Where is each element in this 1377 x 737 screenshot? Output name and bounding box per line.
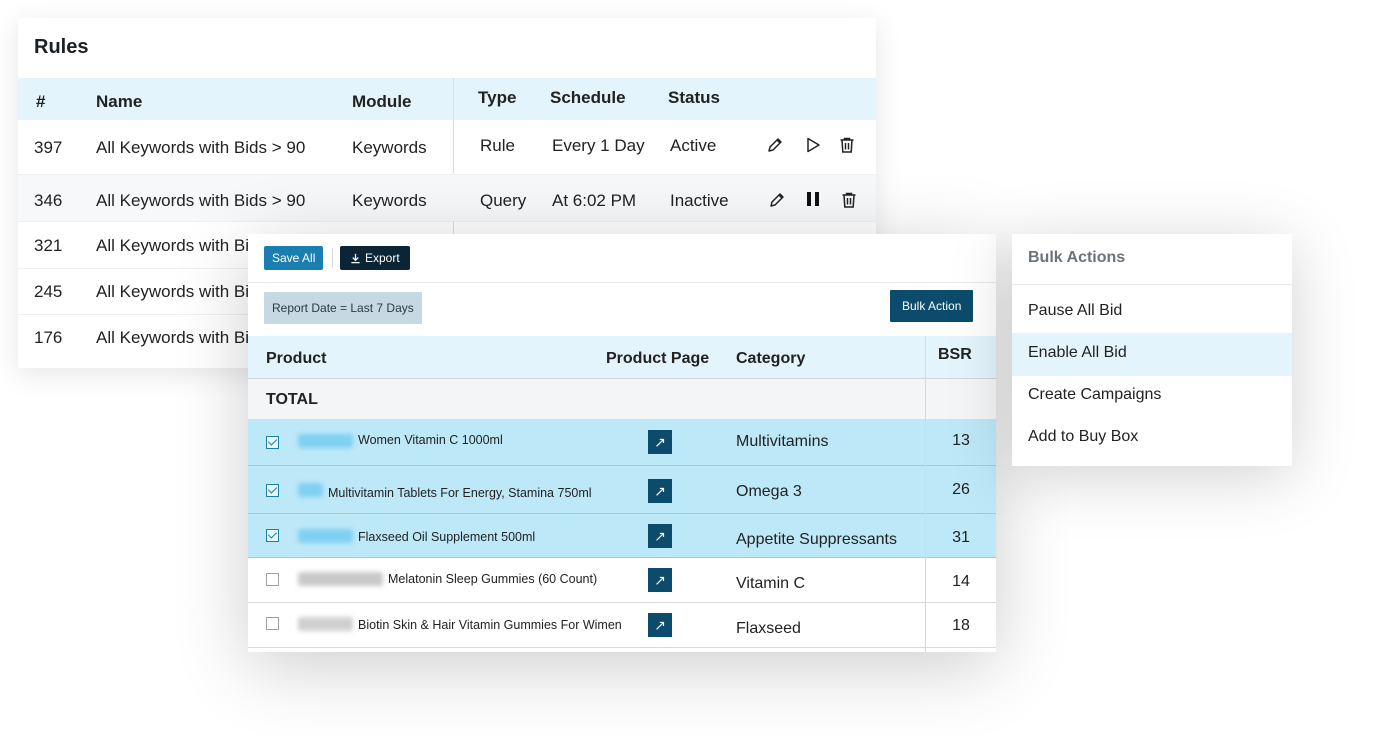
- brand-logo-blurred: [298, 572, 383, 586]
- row-checkbox[interactable]: [266, 529, 279, 542]
- rule-schedule: At 6:02 PM: [552, 191, 637, 210]
- product-category: Appetite Suppressants: [736, 531, 897, 548]
- product-bsr: 31: [952, 529, 970, 546]
- table-row[interactable]: 346 All Keywords with Bids > 90 Keywords…: [18, 175, 876, 222]
- rule-name: All Keywords with Bi: [96, 236, 250, 255]
- col-header-number: #: [36, 92, 46, 111]
- product-name: Women Vitamin C 1000ml: [358, 433, 503, 447]
- arrow-up-right-icon[interactable]: ↗: [648, 430, 672, 454]
- products-panel: Save All Export Report Date = Last 7 Day…: [248, 234, 996, 652]
- rule-name: All Keywords with Bids > 90: [96, 138, 306, 157]
- menu-item-label: Pause All Bid: [1028, 302, 1123, 319]
- product-name: Biotin Skin & Hair Vitamin Gummies For W…: [358, 618, 622, 632]
- menu-item-enable-all-bid[interactable]: Enable All Bid: [1012, 333, 1292, 376]
- menu-item-label: Create Campaigns: [1028, 386, 1162, 403]
- product-bsr: 13: [952, 432, 970, 449]
- product-bsr: 14: [952, 573, 970, 590]
- product-name: Melatonin Sleep Gummies (60 Count): [388, 572, 598, 586]
- export-button[interactable]: Export: [340, 246, 410, 270]
- menu-item-label: Add to Buy Box: [1028, 428, 1139, 445]
- product-category: Flaxseed: [736, 620, 801, 637]
- rule-name: All Keywords with Bi: [96, 282, 250, 301]
- rule-module: Keywords: [352, 138, 427, 157]
- product-bsr: 18: [952, 617, 970, 634]
- product-row[interactable]: Biotin Skin & Hair Vitamin Gummies For W…: [248, 603, 996, 648]
- products-table-header: Product Product Page Category BSR: [248, 336, 996, 379]
- rule-name: All Keywords with Bids > 90: [96, 191, 306, 210]
- rule-type: Query: [480, 191, 527, 210]
- product-row[interactable]: Women Vitamin C 1000ml ↗ Multivitamins 1…: [248, 419, 996, 466]
- arrow-up-right-icon[interactable]: ↗: [648, 613, 672, 637]
- product-category: Omega 3: [736, 483, 802, 500]
- col-header-name: Name: [96, 92, 143, 111]
- col-header-status: Status: [668, 88, 720, 107]
- brand-logo-blurred: [298, 483, 323, 497]
- row-checkbox[interactable]: [266, 484, 279, 497]
- rule-id: 346: [34, 191, 63, 210]
- toolbar-separator: [248, 282, 996, 283]
- menu-divider: [1012, 284, 1292, 285]
- total-row: TOTAL: [248, 379, 996, 420]
- rule-id: 176: [34, 328, 63, 347]
- col-header-product-page: Product Page: [606, 350, 710, 367]
- product-row[interactable]: Melatonin Sleep Gummies (60 Count) ↗ Vit…: [248, 558, 996, 603]
- column-divider: [925, 336, 926, 652]
- rule-status: Active: [670, 136, 717, 155]
- brand-logo-blurred: [298, 617, 353, 631]
- rule-id: 321: [34, 236, 63, 255]
- edit-icon[interactable]: [766, 136, 784, 154]
- col-header-module: Module: [352, 92, 412, 111]
- trash-icon[interactable]: [840, 191, 858, 209]
- report-date-filter[interactable]: Report Date = Last 7 Days: [264, 292, 422, 324]
- arrow-up-right-icon[interactable]: ↗: [648, 524, 672, 548]
- play-icon[interactable]: [804, 136, 822, 154]
- col-header-category: Category: [736, 350, 806, 367]
- rules-table-header: # Name Module Type Schedule Status: [18, 78, 876, 120]
- product-name: Multivitamin Tablets For Energy, Stamina…: [328, 486, 592, 500]
- bulk-action-button[interactable]: Bulk Action: [890, 290, 974, 322]
- arrow-up-right-icon[interactable]: ↗: [648, 479, 672, 503]
- toolbar-divider: [332, 248, 333, 268]
- product-row[interactable]: Multivitamin Tablets For Energy, Stamina…: [248, 466, 996, 514]
- edit-icon[interactable]: [768, 191, 786, 209]
- product-row[interactable]: Flaxseed Oil Supplement 500ml ↗ Appetite…: [248, 514, 996, 558]
- export-label: Export: [365, 251, 400, 265]
- rules-title: Rules: [34, 36, 89, 58]
- table-row[interactable]: 397 All Keywords with Bids > 90 Keywords…: [18, 122, 876, 175]
- bulk-actions-title: Bulk Actions: [1028, 249, 1126, 266]
- menu-item-create-campaigns[interactable]: Create Campaigns: [1012, 375, 1292, 417]
- menu-item-pause-all-bid[interactable]: Pause All Bid: [1012, 291, 1292, 333]
- rule-module: Keywords: [352, 191, 427, 210]
- brand-logo-blurred: [298, 529, 353, 543]
- bulk-actions-menu: Bulk Actions Pause All Bid Enable All Bi…: [1012, 234, 1292, 466]
- rule-status: Inactive: [670, 191, 729, 210]
- col-header-schedule: Schedule: [550, 88, 626, 107]
- pause-icon[interactable]: [804, 190, 822, 208]
- row-checkbox[interactable]: [266, 436, 279, 449]
- row-checkbox[interactable]: [266, 617, 279, 630]
- rule-id: 397: [34, 138, 63, 157]
- col-header-bsr: BSR: [938, 346, 972, 363]
- row-checkbox[interactable]: [266, 573, 279, 586]
- rule-id: 245: [34, 282, 63, 301]
- download-icon: [351, 253, 360, 264]
- rule-name: All Keywords with Bi: [96, 328, 250, 347]
- total-label: TOTAL: [266, 391, 318, 408]
- product-name: Flaxseed Oil Supplement 500ml: [358, 530, 536, 544]
- brand-logo-blurred: [298, 434, 353, 448]
- col-header-type: Type: [478, 88, 517, 107]
- col-header-product: Product: [266, 350, 327, 367]
- product-category: Multivitamins: [736, 433, 829, 450]
- product-bsr: 26: [952, 481, 970, 498]
- trash-icon[interactable]: [838, 136, 856, 154]
- rule-type: Rule: [480, 136, 515, 155]
- menu-item-label: Enable All Bid: [1028, 344, 1127, 361]
- product-category: Vitamin C: [736, 575, 806, 592]
- arrow-up-right-icon[interactable]: ↗: [648, 568, 672, 592]
- save-all-button[interactable]: Save All: [264, 246, 324, 270]
- rule-schedule: Every 1 Day: [552, 136, 645, 155]
- menu-item-add-to-buy-box[interactable]: Add to Buy Box: [1012, 417, 1292, 459]
